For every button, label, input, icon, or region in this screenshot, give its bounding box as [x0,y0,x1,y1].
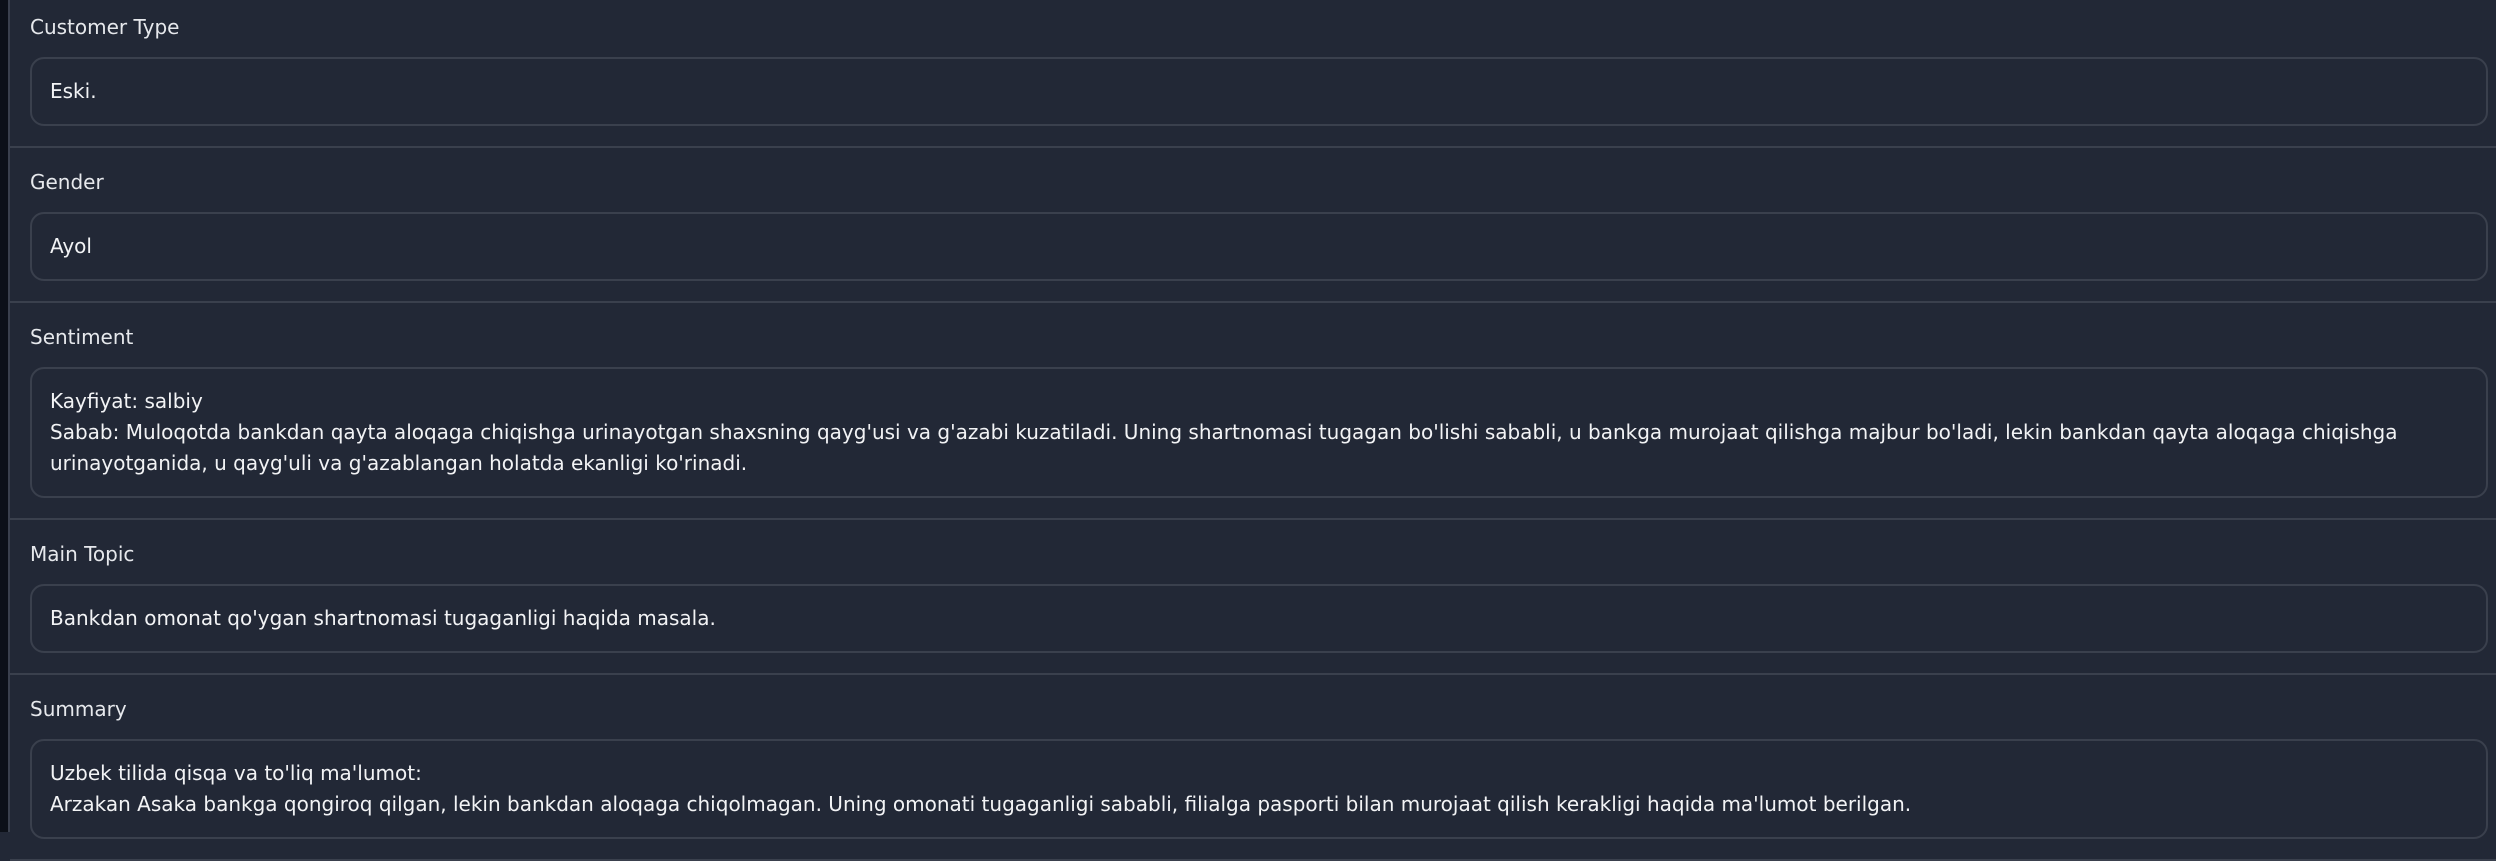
field-label: Gender [30,170,104,194]
field-main-topic: Main Topic Bankdan omonat qo'ygan shartn… [10,520,2496,675]
field-label: Sentiment [30,325,134,349]
field-label: Customer Type [30,15,180,39]
customer-type-textbox[interactable]: Eski. [30,57,2488,126]
field-gender: Gender Ayol [10,148,2496,303]
sentiment-textbox[interactable]: Kayfiyat: salbiy Sabab: Muloqotda bankda… [30,367,2488,498]
left-sidebar-edge [0,0,10,832]
main-topic-textbox[interactable]: Bankdan omonat qo'ygan shartnomasi tugag… [30,584,2488,653]
field-summary: Summary Uzbek tilida qisqa va to'liq ma'… [10,675,2496,861]
summary-textbox[interactable]: Uzbek tilida qisqa va to'liq ma'lumot: A… [30,739,2488,839]
output-fields: Customer Type Eski. Gender Ayol Sentimen… [10,0,2496,861]
field-customer-type: Customer Type Eski. [10,0,2496,148]
gender-textbox[interactable]: Ayol [30,212,2488,281]
field-sentiment: Sentiment Kayfiyat: salbiy Sabab: Muloqo… [10,303,2496,520]
field-label: Main Topic [30,542,135,566]
field-label: Summary [30,697,127,721]
